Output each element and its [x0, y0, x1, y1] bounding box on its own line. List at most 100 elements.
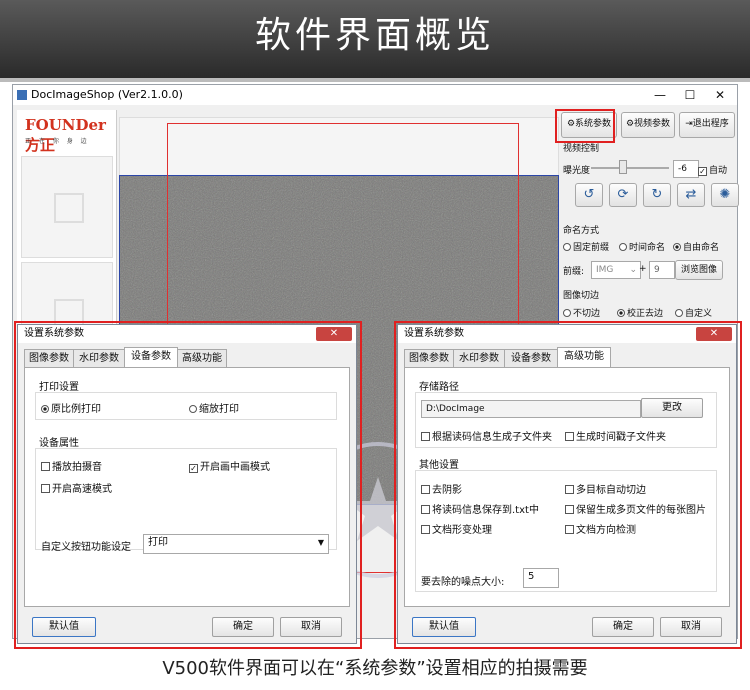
video-params-button[interactable]: ⚙视频参数 — [621, 112, 675, 138]
system-params-highlight — [555, 109, 615, 143]
radio-label: 校正去边 — [627, 309, 664, 319]
print-group-title: 打印设置 — [39, 382, 79, 393]
radio-icon — [189, 405, 197, 413]
checkbox-label: 多目标自动切边 — [576, 485, 646, 496]
ok-button[interactable]: 确定 — [212, 617, 274, 637]
crop-correct-radio[interactable]: 校正去边 — [617, 306, 663, 319]
checkbox-icon — [41, 484, 50, 493]
prefix-value: IMG — [596, 265, 614, 275]
tab-advanced[interactable]: 高级功能 — [557, 347, 611, 368]
radio-icon — [563, 309, 571, 317]
keep-pages-checkbox[interactable]: 保留生成多页文件的每张图片 — [565, 501, 706, 516]
dialog-title: 设置系统参数 — [18, 325, 356, 343]
rotate-left-icon[interactable]: ↺ — [575, 183, 603, 207]
tab-image-params[interactable]: 图像参数 — [24, 349, 74, 368]
remove-shadow-checkbox[interactable]: 去阴影 — [421, 481, 462, 496]
thumbnail-item[interactable] — [21, 156, 113, 258]
checkbox-label: 根据读码信息生成子文件夹 — [432, 432, 552, 443]
tab-device-params[interactable]: 设备参数 — [124, 347, 178, 368]
timestamp-subfolder-checkbox[interactable]: 生成时间戳子文件夹 — [565, 428, 666, 443]
radio-label: 固定前缀 — [573, 243, 610, 253]
custom-button-label: 自定义按钮功能设定 — [41, 542, 131, 553]
tab-watermark-params[interactable]: 水印参数 — [453, 349, 505, 368]
tab-device-params[interactable]: 设备参数 — [504, 349, 558, 368]
browse-images-button[interactable]: 浏览图像 — [675, 260, 723, 280]
checkbox-label: 文档方向检测 — [576, 525, 636, 536]
auto-exposure-checkbox[interactable]: ✓ 自动 — [698, 163, 727, 176]
deform-correction-checkbox[interactable]: 文档形变处理 — [421, 521, 492, 536]
custom-button-select[interactable]: 打印 ▼ — [143, 534, 329, 554]
minimize-button[interactable]: — — [645, 85, 675, 105]
number-field[interactable]: 9 — [649, 261, 675, 279]
checkbox-checked-icon: ✓ — [189, 464, 198, 473]
checkbox-icon — [421, 432, 430, 441]
exposure-slider[interactable] — [591, 167, 669, 169]
exit-button[interactable]: ⇥退出程序 — [679, 112, 735, 138]
radio-icon — [673, 243, 681, 251]
plus-sign: + — [639, 264, 647, 274]
checkbox-label: 将读码信息保存到.txt中 — [432, 505, 539, 516]
code-subfolder-checkbox[interactable]: 根据读码信息生成子文件夹 — [421, 428, 552, 443]
crop-none-radio[interactable]: 不切边 — [563, 306, 600, 319]
storage-path-field[interactable]: D:\DocImage — [421, 400, 641, 418]
save-code-txt-checkbox[interactable]: 将读码信息保存到.txt中 — [421, 501, 539, 516]
rotate-180-icon[interactable]: ⟳ — [609, 183, 637, 207]
flip-icon[interactable]: ⇄ — [677, 183, 705, 207]
high-speed-checkbox[interactable]: 开启高速模式 — [41, 480, 112, 495]
settings-dialog-advanced: 设置系统参数 ✕ 图像参数 水印参数 设备参数 高级功能 存储路径 D:\Doc… — [397, 324, 737, 644]
tab-panel: 存储路径 D:\DocImage 更改 根据读码信息生成子文件夹 生成时间戳子文… — [404, 367, 730, 607]
exposure-value[interactable]: -6 — [673, 160, 699, 178]
custom-button-value: 打印 — [148, 537, 168, 548]
video-params-label: 视频参数 — [634, 119, 671, 129]
noise-size-field[interactable]: 5 — [523, 568, 559, 588]
storage-group-title: 存储路径 — [419, 382, 459, 393]
ok-button[interactable]: 确定 — [592, 617, 654, 637]
maximize-button[interactable]: ☐ — [675, 85, 705, 105]
dialog-close-button[interactable]: ✕ — [696, 327, 732, 341]
print-scale-radio[interactable]: 缩放打印 — [189, 400, 239, 415]
auto-label: 自动 — [709, 166, 728, 176]
brightness-icon[interactable]: ✺ — [711, 183, 739, 207]
radio-label: 原比例打印 — [51, 404, 101, 415]
dropdown-arrow-icon: ▼ — [317, 538, 324, 547]
radio-label: 缩放打印 — [199, 404, 239, 415]
tab-watermark-params[interactable]: 水印参数 — [73, 349, 125, 368]
default-button[interactable]: 默认值 — [412, 617, 476, 637]
naming-time-radio[interactable]: 时间命名 — [619, 240, 665, 253]
checkbox-icon — [565, 432, 574, 441]
naming-free-radio[interactable]: 自由命名 — [673, 240, 719, 253]
default-button[interactable]: 默认值 — [32, 617, 96, 637]
dialog-close-button[interactable]: ✕ — [316, 327, 352, 341]
cancel-button[interactable]: 取消 — [660, 617, 722, 637]
tab-advanced[interactable]: 高级功能 — [177, 349, 227, 368]
prefix-label: 前缀: — [563, 267, 585, 277]
naming-fixed-prefix-radio[interactable]: 固定前缀 — [563, 240, 609, 253]
radio-icon — [41, 405, 49, 413]
exit-label: 退出程序 — [692, 119, 729, 129]
checkbox-label: 开启画中画模式 — [200, 462, 270, 473]
cancel-button[interactable]: 取消 — [280, 617, 342, 637]
prefix-select[interactable]: IMG ⌄ — [591, 261, 641, 279]
checkbox-label: 文档形变处理 — [432, 525, 492, 536]
multi-target-crop-checkbox[interactable]: 多目标自动切边 — [565, 481, 646, 496]
change-path-button[interactable]: 更改 — [641, 398, 703, 418]
close-button[interactable]: ✕ — [705, 85, 735, 105]
print-original-radio[interactable]: 原比例打印 — [41, 400, 101, 415]
rotate-right-icon[interactable]: ↻ — [643, 183, 671, 207]
exposure-slider-thumb[interactable] — [619, 160, 627, 174]
radio-icon — [619, 243, 627, 251]
bottom-caption: V500软件界面可以在“系统参数”设置相应的拍摄需要 — [162, 658, 588, 679]
shutter-sound-checkbox[interactable]: 播放拍摄音 — [41, 458, 102, 473]
chevron-down-icon: ⌄ — [629, 265, 637, 275]
device-group-title: 设备属性 — [39, 438, 79, 449]
auto-check-icon: ✓ — [698, 167, 707, 176]
exposure-label: 曝光度 — [563, 166, 591, 176]
radio-label: 自定义 — [685, 309, 713, 319]
tab-image-params[interactable]: 图像参数 — [404, 349, 454, 368]
radio-label: 不切边 — [573, 309, 601, 319]
orientation-detect-checkbox[interactable]: 文档方向检测 — [565, 521, 636, 536]
crop-custom-radio[interactable]: 自定义 — [675, 306, 712, 319]
checkbox-label: 播放拍摄音 — [52, 462, 102, 473]
settings-dialog-device: 设置系统参数 ✕ 图像参数 水印参数 设备参数 高级功能 打印设置 原比例打印 … — [17, 324, 357, 644]
pip-mode-checkbox[interactable]: ✓ 开启画中画模式 — [189, 458, 270, 473]
